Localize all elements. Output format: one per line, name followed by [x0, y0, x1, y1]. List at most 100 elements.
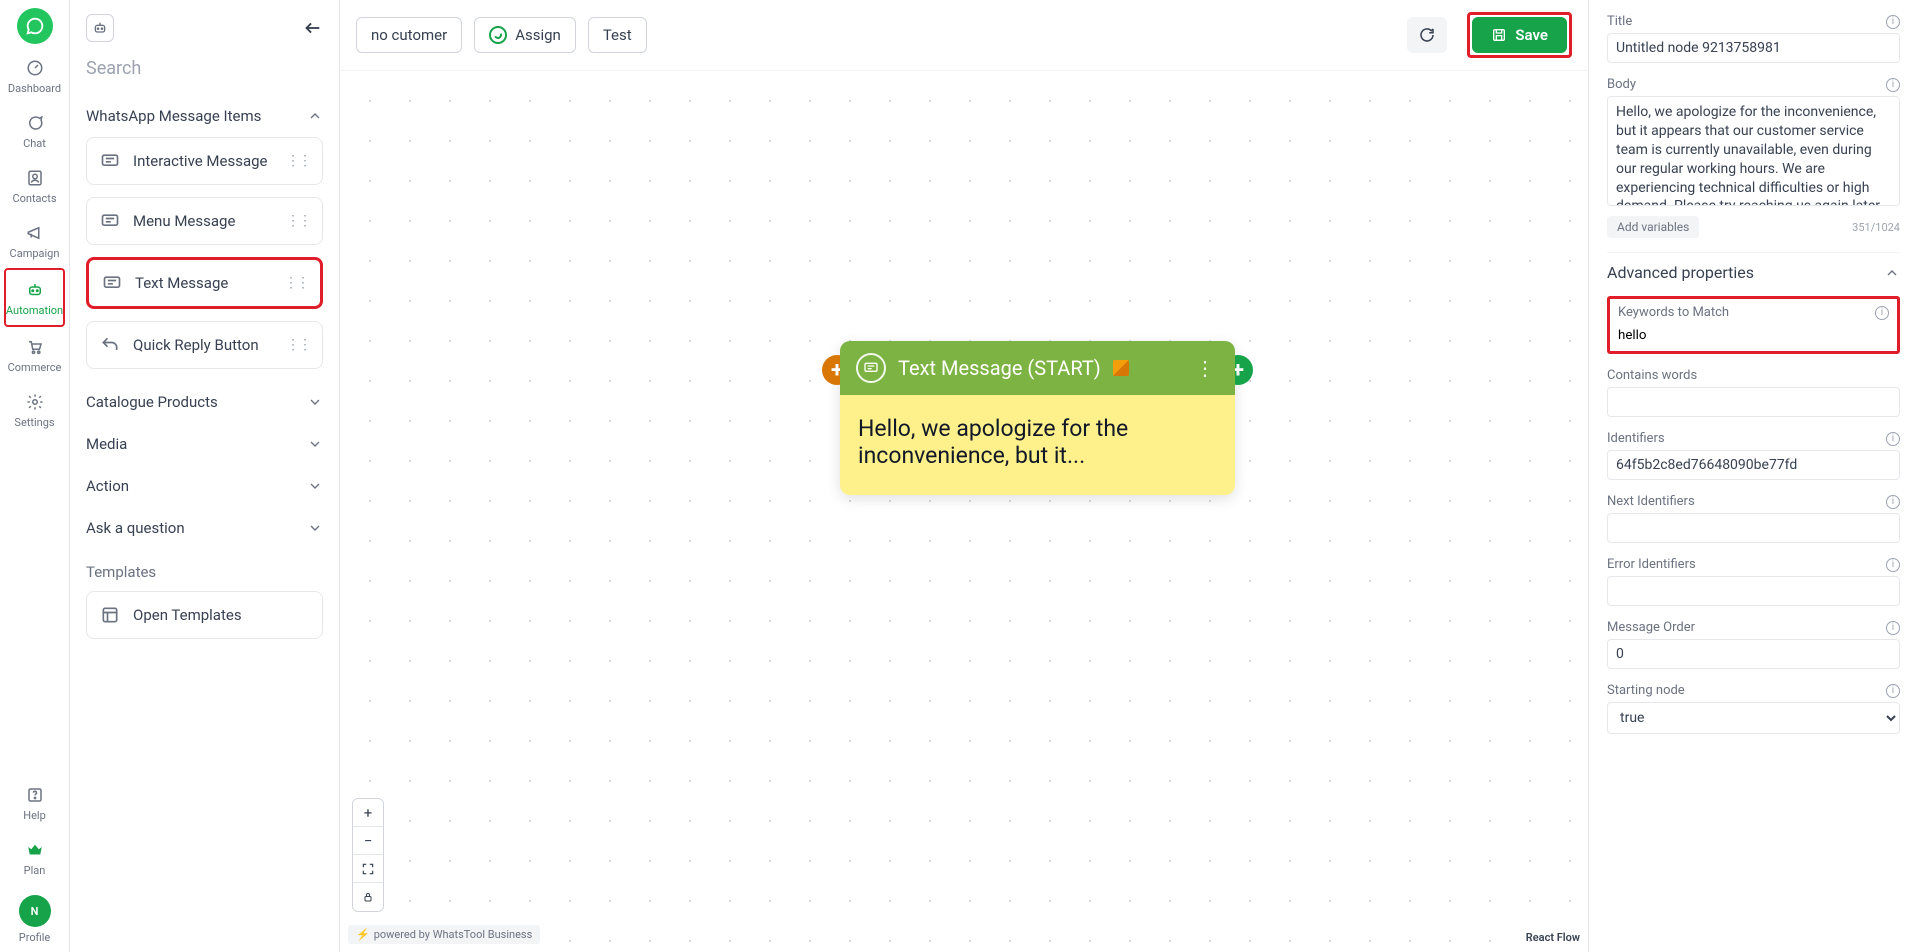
node-text-message[interactable]: + + Text Message (START) ⋮ Hello, we apo… [840, 341, 1235, 495]
nav-dashboard[interactable]: Dashboard [0, 48, 69, 103]
megaphone-icon [25, 223, 45, 243]
item-label: Quick Reply Button [133, 336, 274, 354]
info-icon[interactable]: i [1886, 495, 1900, 509]
refresh-button[interactable] [1407, 17, 1447, 53]
assign-label: Assign [515, 26, 561, 44]
title-label: Title [1607, 14, 1632, 29]
nav-help[interactable]: Help [0, 775, 69, 830]
zoom-controls: + − [352, 798, 384, 912]
info-icon[interactable]: i [1886, 558, 1900, 572]
info-icon[interactable]: i [1886, 432, 1900, 446]
nav-automation[interactable]: Automation [4, 268, 65, 327]
help-icon [25, 785, 45, 805]
contains-input[interactable] [1607, 387, 1900, 417]
flow-canvas[interactable]: + + Text Message (START) ⋮ Hello, we apo… [340, 71, 1588, 952]
group-title: Media [86, 435, 127, 453]
properties-panel: Title i Body i Add variables 351/1024 Ad… [1588, 0, 1918, 952]
templates-heading: Templates [86, 549, 323, 591]
message-order-input[interactable] [1607, 639, 1900, 669]
identifiers-label: Identifiers [1607, 431, 1665, 446]
zoom-in-button[interactable]: + [353, 799, 383, 827]
contains-label: Contains words [1607, 368, 1697, 383]
cart-icon [25, 337, 45, 357]
node-body-preview: Hello, we apologize for the inconvenienc… [840, 395, 1235, 495]
drag-handle-icon[interactable]: ⋮⋮ [286, 218, 310, 224]
nav-contacts[interactable]: Contacts [0, 158, 69, 213]
error-identifiers-input[interactable] [1607, 576, 1900, 606]
reply-icon [99, 334, 121, 356]
zoom-out-button[interactable]: − [353, 827, 383, 855]
add-variables-button[interactable]: Add variables [1607, 216, 1699, 238]
next-identifiers-input[interactable] [1607, 513, 1900, 543]
save-button[interactable]: Save [1472, 17, 1567, 53]
avatar: N [19, 895, 51, 927]
no-customer-button[interactable]: no cutomer [356, 17, 462, 53]
group-action[interactable]: Action [86, 465, 323, 507]
advanced-toggle[interactable]: Advanced properties [1607, 252, 1900, 296]
nav-campaign[interactable]: Campaign [0, 213, 69, 268]
nav-label: Contacts [12, 192, 56, 205]
nav-label: Settings [14, 416, 54, 429]
assign-button[interactable]: Assign [474, 17, 576, 53]
contacts-icon [25, 168, 45, 188]
drag-handle-icon[interactable]: ⋮⋮ [286, 158, 310, 164]
info-icon[interactable]: i [1886, 621, 1900, 635]
group-title: Ask a question [86, 519, 185, 537]
nav-commerce[interactable]: Commerce [0, 327, 69, 382]
nav-rail: Dashboard Chat Contacts Campaign Automat… [0, 0, 70, 952]
save-label: Save [1515, 26, 1548, 44]
keywords-label: Keywords to Match [1618, 305, 1729, 320]
chevron-down-icon [307, 520, 323, 536]
nav-label: Profile [19, 931, 50, 944]
nav-label: Campaign [10, 247, 60, 260]
reactflow-attribution: React Flow [1526, 931, 1580, 944]
title-input[interactable] [1607, 33, 1900, 63]
group-ask[interactable]: Ask a question [86, 507, 323, 549]
starting-node-select[interactable]: true [1607, 702, 1900, 734]
nav-label: Help [23, 809, 46, 822]
identifiers-input[interactable] [1607, 450, 1900, 480]
zoom-fit-button[interactable] [353, 855, 383, 883]
nav-plan[interactable]: Plan [0, 830, 69, 885]
drag-handle-icon[interactable]: ⋮⋮ [284, 280, 308, 286]
gear-icon [25, 392, 45, 412]
node-menu-button[interactable]: ⋮ [1191, 356, 1219, 380]
body-textarea[interactable] [1607, 96, 1900, 206]
info-icon[interactable]: i [1886, 78, 1900, 92]
crown-icon [25, 840, 45, 860]
chevron-up-icon [1884, 265, 1900, 281]
node-header[interactable]: Text Message (START) ⋮ [840, 341, 1235, 395]
item-label: Menu Message [133, 212, 274, 230]
info-icon[interactable]: i [1886, 684, 1900, 698]
group-catalogue[interactable]: Catalogue Products [86, 381, 323, 423]
group-whatsapp[interactable]: WhatsApp Message Items [86, 95, 323, 137]
keywords-input[interactable] [1618, 326, 1795, 345]
chevron-down-icon [307, 394, 323, 410]
search-input[interactable] [86, 54, 323, 83]
open-templates-button[interactable]: Open Templates [86, 591, 323, 639]
group-title: Action [86, 477, 129, 495]
info-icon[interactable]: i [1875, 306, 1889, 320]
item-quick-reply[interactable]: Quick Reply Button ⋮⋮ [86, 321, 323, 369]
zoom-lock-button[interactable] [353, 883, 383, 911]
item-interactive-message[interactable]: Interactive Message ⋮⋮ [86, 137, 323, 185]
group-media[interactable]: Media [86, 423, 323, 465]
info-icon[interactable]: i [1886, 15, 1900, 29]
template-icon [99, 604, 121, 626]
item-text-message[interactable]: Text Message ⋮⋮ [86, 257, 323, 309]
back-button[interactable] [301, 17, 323, 39]
nav-label: Commerce [8, 361, 62, 374]
nav-chat[interactable]: Chat [0, 103, 69, 158]
whatsapp-icon [489, 26, 507, 44]
drag-handle-icon[interactable]: ⋮⋮ [286, 342, 310, 348]
test-button[interactable]: Test [588, 17, 647, 53]
item-menu-message[interactable]: Menu Message ⋮⋮ [86, 197, 323, 245]
refresh-icon [1418, 26, 1436, 44]
nav-label: Chat [23, 137, 46, 150]
message-icon [101, 272, 123, 294]
canvas-area: no cutomer Assign Test Save + + [340, 0, 1588, 952]
powered-by-badge: powered by WhatsTool Business [348, 925, 540, 944]
node-title: Text Message (START) [898, 356, 1101, 380]
nav-profile[interactable]: N Profile [0, 885, 69, 952]
nav-settings[interactable]: Settings [0, 382, 69, 437]
